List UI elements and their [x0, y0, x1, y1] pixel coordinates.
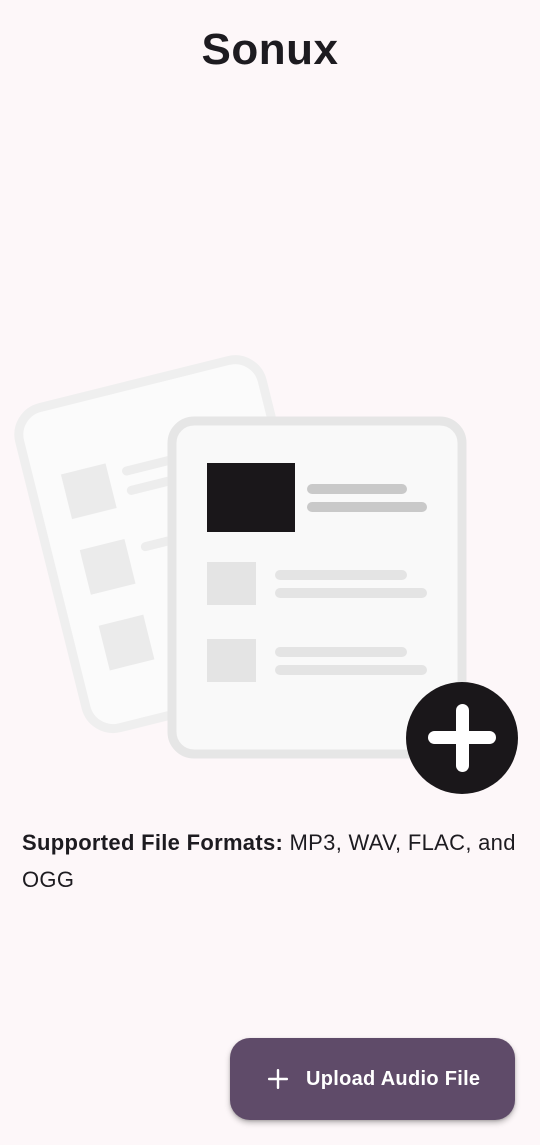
add-file-icon [406, 682, 518, 794]
upload-audio-file-button[interactable]: Upload Audio File [230, 1038, 515, 1120]
empty-state-illustration [14, 355, 518, 794]
app-title: Sonux [201, 25, 339, 74]
upload-audio-file-label: Upload Audio File [306, 1067, 481, 1090]
plus-icon [268, 1069, 288, 1089]
supported-formats-text: Supported File Formats: MP3, WAV, FLAC, … [22, 824, 518, 898]
supported-formats-label: Supported File Formats: [22, 830, 284, 855]
